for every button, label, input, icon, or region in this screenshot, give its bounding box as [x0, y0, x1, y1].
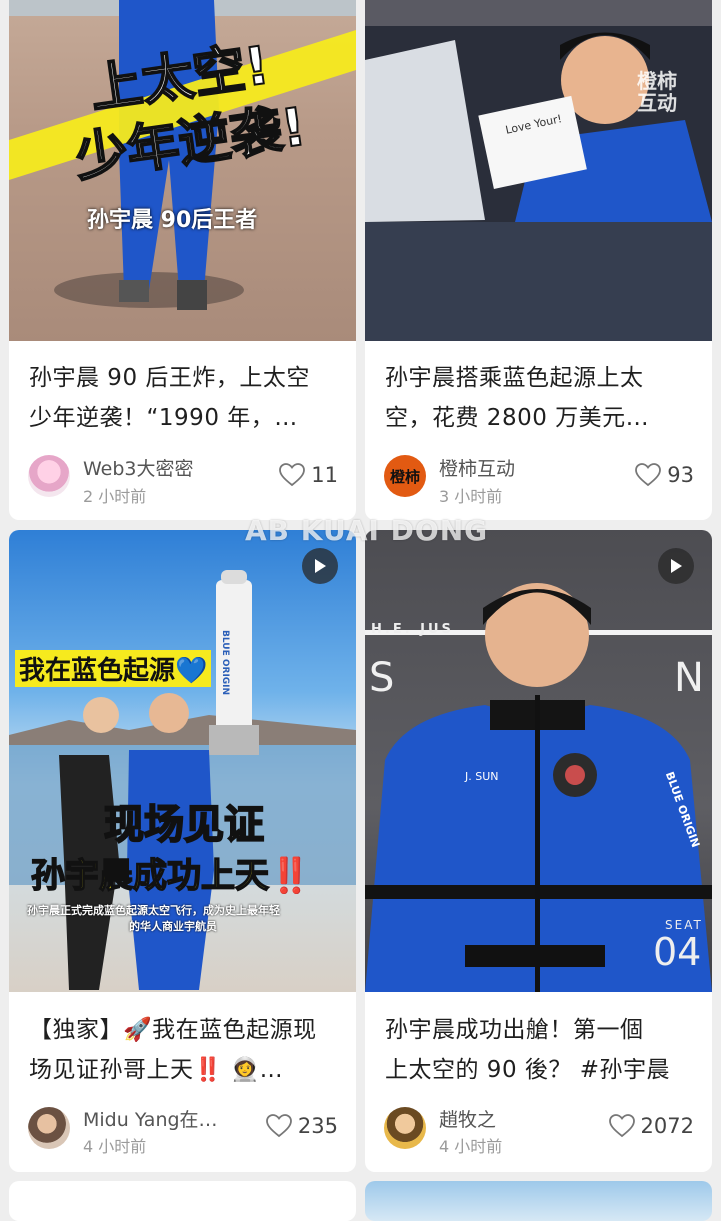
title-line: 孙宇晨成功出艙！第一個 [385, 1017, 644, 1043]
like-button-4[interactable]: 2072 [608, 1114, 694, 1138]
thumbnail-art-2 [365, 0, 712, 341]
like-button-3[interactable]: 235 [266, 1114, 338, 1138]
post-title-4[interactable]: 孙宇晨成功出艙！第一個 上太空的 90 後？ #孙宇晨 [385, 1010, 696, 1090]
play-icon[interactable] [302, 548, 338, 584]
avatar-text: 橙柿 [389, 467, 420, 486]
title-line: 少年逆袭！“1990 年，… [29, 405, 298, 431]
title-line: 场见证孙哥上天‼️ 👩‍🚀… [29, 1057, 284, 1083]
overlay-line3: 孙宇晨成功上天‼️ [30, 855, 312, 897]
post-time-1: 2 小时前 [83, 487, 147, 506]
post-time-3: 4 小时前 [83, 1137, 147, 1156]
overlay-caption: 孙宇晨 90后王者 [87, 208, 258, 233]
heart-icon [279, 463, 306, 487]
suit-patch: J. SUN [465, 770, 499, 783]
overlay-logo: 橙柿 互动 [637, 69, 677, 115]
author-name-3[interactable]: Midu Yang在… [83, 1105, 218, 1132]
play-icon[interactable] [658, 548, 694, 584]
like-count-3: 235 [297, 1114, 338, 1138]
banner-letter-s: S [369, 655, 395, 701]
like-button-2[interactable]: 93 [635, 463, 694, 487]
like-count-4: 2072 [640, 1114, 694, 1138]
post-card-4[interactable]: H.E. JUS S N J. SUN BLUE ORIGIN SEAT 04 … [365, 530, 712, 1172]
thumbnail-art-4 [365, 583, 712, 992]
author-avatar-2[interactable]: 橙柿 [384, 455, 426, 497]
heart-icon [266, 1114, 292, 1138]
rocket-label: BLUE ORIGIN [220, 630, 230, 696]
post-time-4: 4 小时前 [439, 1137, 503, 1156]
title-line: 【独家】🚀我在蓝色起源现 [29, 1017, 317, 1043]
banner-letter-n: N [674, 655, 704, 701]
heart-icon [608, 1114, 635, 1138]
post-card-5[interactable] [9, 1181, 356, 1221]
like-count-2: 93 [667, 463, 694, 487]
author-avatar-1[interactable] [28, 455, 70, 497]
post-thumbnail-2[interactable]: Love Your! 橙柿 互动 [365, 0, 712, 341]
author-avatar-3[interactable] [28, 1107, 70, 1149]
overlay-line1: 我在蓝色起源💙 [15, 650, 212, 687]
post-thumbnail-3[interactable]: BLUE ORIGIN 我在蓝色起源💙 现场见证 孙宇晨成功上天‼️ 孙宇晨正式… [9, 530, 356, 992]
post-thumbnail-1[interactable]: 上太空! 少年逆袭! 孙宇晨 90后王者 [9, 0, 356, 341]
title-line: 空，花费 2800 万美元… [385, 405, 650, 431]
author-name-1[interactable]: Web3大密密 [83, 454, 194, 481]
post-thumbnail-4[interactable]: H.E. JUS S N J. SUN BLUE ORIGIN SEAT 04 [365, 530, 712, 992]
watermark: AB KUAI DONG [245, 514, 489, 547]
post-card-1[interactable]: 上太空! 少年逆袭! 孙宇晨 90后王者 孙宇晨 90 后王炸，上太空 少年逆袭… [9, 0, 356, 520]
overlay-line2: 现场见证 [103, 801, 265, 849]
post-card-6[interactable] [365, 1181, 712, 1221]
post-title-3[interactable]: 【独家】🚀我在蓝色起源现 场见证孙哥上天‼️ 👩‍🚀… [29, 1010, 340, 1090]
overlay-sub2: 的华人商业宇航员 [129, 920, 217, 933]
post-card-3[interactable]: BLUE ORIGIN 我在蓝色起源💙 现场见证 孙宇晨成功上天‼️ 孙宇晨正式… [9, 530, 356, 1172]
post-title-1[interactable]: 孙宇晨 90 后王炸，上太空 少年逆袭！“1990 年，… [29, 358, 340, 438]
title-line: 上太空的 90 後？ #孙宇晨 [385, 1057, 670, 1083]
heart-icon [635, 463, 662, 487]
post-title-2[interactable]: 孙宇晨搭乘蓝色起源上太 空，花费 2800 万美元… [385, 358, 696, 438]
author-avatar-4[interactable] [384, 1107, 426, 1149]
author-name-2[interactable]: 橙柿互动 [439, 454, 515, 481]
seat-number: 04 [653, 930, 702, 974]
post-time-2: 3 小时前 [439, 487, 503, 506]
post-card-2[interactable]: Love Your! 橙柿 互动 孙宇晨搭乘蓝色起源上太 空，花费 2800 万… [365, 0, 712, 520]
title-line: 孙宇晨搭乘蓝色起源上太 [385, 365, 644, 391]
banner-text: H.E. JUS [371, 622, 454, 637]
author-name-4[interactable]: 趙牧之 [439, 1105, 496, 1132]
like-button-1[interactable]: 11 [279, 463, 338, 487]
like-count-1: 11 [311, 463, 338, 487]
title-line: 孙宇晨 90 后王炸，上太空 [29, 365, 310, 391]
overlay-sub1: 孙宇晨正式完成蓝色起源太空飞行，成为史上最年轻 [27, 904, 280, 917]
